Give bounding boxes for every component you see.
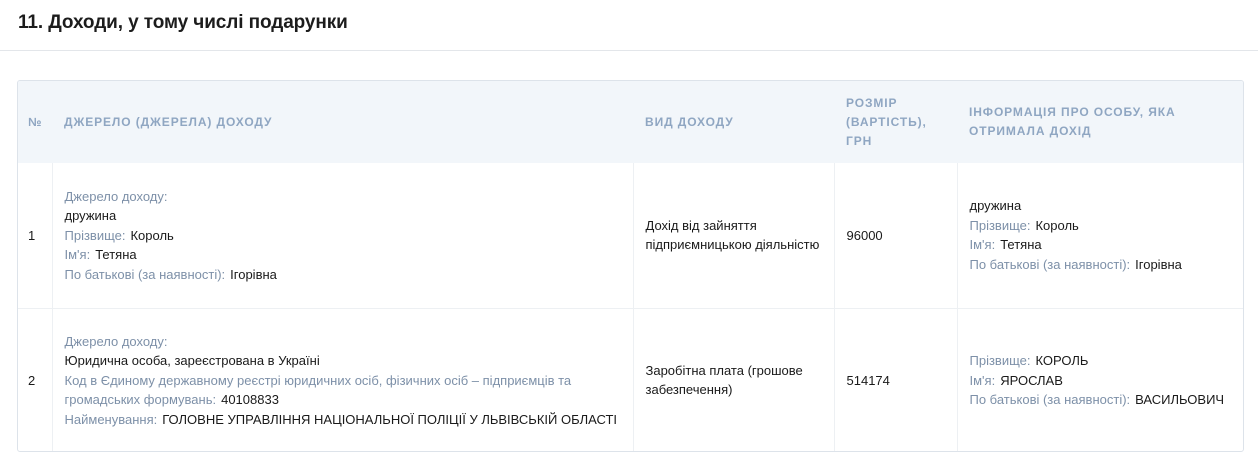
patronymic-value: Ігорівна bbox=[230, 266, 277, 282]
row-number: 2 bbox=[18, 307, 52, 451]
recipient-cell: дружина Прізвище: Король Ім'я: Тетяна По б… bbox=[956, 163, 1243, 308]
table-row: 1 Джерело доходу: дружина Прізвище: Корол… bbox=[18, 163, 1243, 308]
amount-cell: 514174 bbox=[833, 307, 957, 451]
header-type: Вид доходу bbox=[645, 114, 734, 129]
source-cell: Джерело доходу: Юридична особа, зареєстр… bbox=[51, 307, 633, 451]
recipient-name-label: Ім'я: bbox=[969, 372, 996, 388]
source-label: Джерело доходу: bbox=[64, 188, 168, 204]
recipient-name: ЯРОСЛАВ bbox=[1000, 372, 1063, 388]
income-table: № Джерело (джерела) доходу Вид доходу Ро… bbox=[18, 81, 1243, 451]
source-value: дружина bbox=[64, 208, 117, 223]
registry-code-label: Код в Єдиному державному реєстрі юридичн… bbox=[64, 372, 572, 408]
section-title: 11. Доходи, у тому числі подарунки bbox=[18, 12, 348, 33]
surname-value: Король bbox=[130, 227, 174, 243]
recipient-patronymic-label: По батькові (за наявності): bbox=[969, 256, 1131, 272]
org-name-label: Найменування: bbox=[64, 411, 158, 427]
patronymic-label: По батькові (за наявності): bbox=[64, 266, 226, 282]
table-row: 2 Джерело доходу: Юридична особа, зареєс… bbox=[18, 307, 1243, 451]
recipient-name: Тетяна bbox=[1000, 237, 1042, 253]
recipient-surname-label: Прізвище: bbox=[969, 353, 1031, 368]
recipient-patronymic: ВАСИЛЬОВИЧ bbox=[1135, 392, 1225, 407]
source-cell: Джерело доходу: дружина Прізвище: Король … bbox=[51, 163, 633, 308]
header-source: Джерело (джерела) доходу bbox=[64, 114, 273, 129]
recipient-surname-label: Прізвище: bbox=[969, 217, 1031, 233]
recipient-surname: Король bbox=[1035, 217, 1079, 233]
header-recipient: Інформація про особу, яка отримала дохід bbox=[969, 105, 1176, 138]
org-name-value: ГОЛОВНЕ УПРАВЛІННЯ НАЦІОНАЛЬНОЇ ПОЛІЦІЇ … bbox=[162, 411, 618, 427]
header-num: № bbox=[28, 114, 43, 129]
source-value: Юридична особа, зареєстрована в Україні bbox=[64, 353, 320, 368]
surname-label: Прізвище: bbox=[64, 227, 126, 243]
recipient-relation: дружина bbox=[969, 198, 1022, 214]
recipient-patronymic-label: По батькові (за наявності): bbox=[969, 392, 1131, 407]
income-type-cell: Заробітна плата (грошове забезпечення) bbox=[632, 307, 834, 451]
section-header: 11. Доходи, у тому числі подарунки bbox=[0, 0, 1258, 51]
recipient-surname: КОРОЛЬ bbox=[1035, 353, 1089, 368]
row-number: 1 bbox=[28, 227, 36, 243]
table-header-row: № Джерело (джерела) доходу Вид доходу Ро… bbox=[18, 81, 1243, 163]
recipient-name-label: Ім'я: bbox=[969, 237, 996, 253]
income-type-cell: Дохід від зайняття підприємницькою діяль… bbox=[632, 163, 834, 308]
recipient-patronymic: Ігорівна bbox=[1135, 256, 1182, 272]
registry-code-value: 40108833 bbox=[221, 392, 279, 407]
source-label: Джерело доходу: bbox=[64, 333, 168, 349]
name-label: Ім'я: bbox=[64, 247, 91, 262]
amount-cell: 96000 bbox=[833, 163, 957, 308]
income-table-container: № Джерело (джерела) доходу Вид доходу Ро… bbox=[17, 80, 1244, 452]
name-value: Тетяна bbox=[95, 247, 137, 262]
header-amount: Розмір (вартість), грн bbox=[846, 95, 927, 148]
recipient-cell: Прізвище: КОРОЛЬ Ім'я: ЯРОСЛАВ По батькові… bbox=[956, 307, 1243, 451]
